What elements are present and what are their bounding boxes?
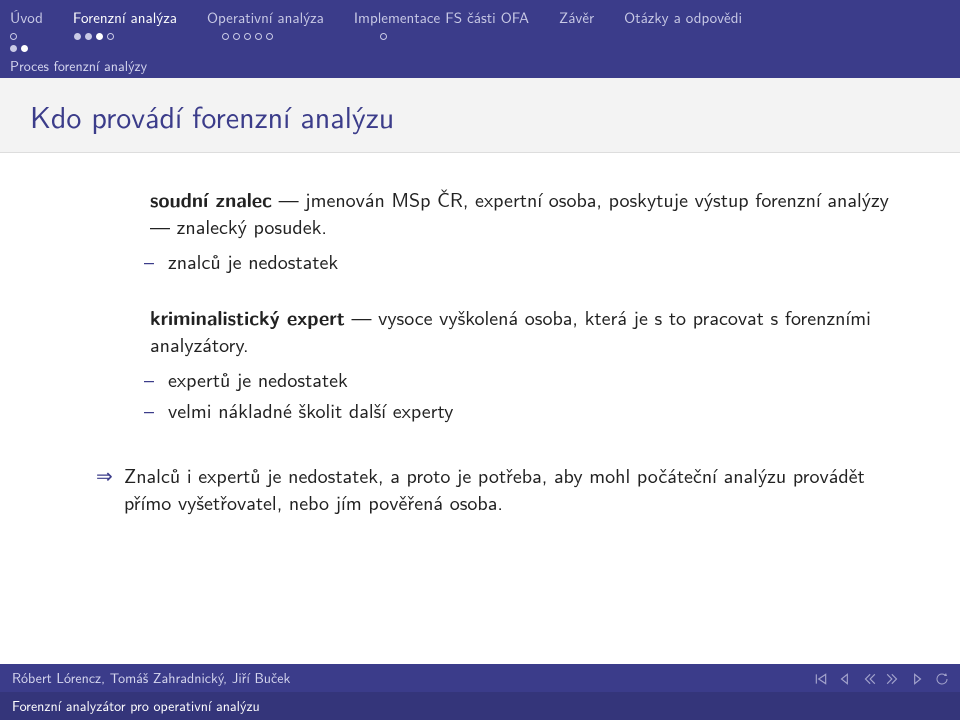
dot-icon: [21, 45, 28, 52]
subsection-dots: [10, 45, 950, 52]
slide-title: Kdo provádí forenzní analýzu: [30, 94, 930, 138]
dot-icon: [107, 33, 114, 40]
tab-otazky[interactable]: Otázky a odpovědi: [624, 6, 742, 28]
nav-back-icon[interactable]: [934, 672, 948, 686]
footer-title: Forenzní analyzátor pro operativní analý…: [0, 692, 960, 720]
tab-operativni[interactable]: Operativní analýza: [207, 6, 324, 28]
nav-next-sub-icon[interactable]: [886, 672, 900, 686]
dot-icon: [255, 33, 262, 40]
beamer-nav-controls: [814, 672, 948, 686]
dash-icon: –: [144, 248, 154, 275]
subsection-label: Proces forenzní analýzy: [10, 56, 950, 76]
tab-implementace[interactable]: Implementace FS části OFA: [354, 6, 529, 28]
tab-zaver[interactable]: Závěr: [559, 6, 594, 28]
sub-expert-2: – velmi nákladné školit další experty: [168, 397, 900, 424]
dash-icon: –: [144, 397, 154, 424]
tab-uvod[interactable]: Úvod: [10, 6, 43, 28]
section-tabs: Úvod Forenzní analýza Operativní analýza…: [10, 6, 950, 28]
title-band: Kdo provádí forenzní analýzu: [0, 78, 960, 153]
term-expert: kriminalistický expert: [150, 302, 345, 331]
dot-icon: [10, 45, 17, 52]
dot-icon: [96, 33, 103, 40]
sub-znalec-1: – znalců je nedostatek: [168, 248, 900, 275]
para-expert: kriminalistický expert — vysoce vyškolen…: [150, 303, 900, 358]
progress-implementace: [380, 31, 387, 41]
nav-next-icon[interactable]: [910, 672, 924, 686]
dot-icon: [233, 33, 240, 40]
progress-uvod: [10, 31, 44, 41]
dot-icon: [85, 33, 92, 40]
para-znalec: soudní znalec — jmenován MSp ČR, expertn…: [150, 185, 900, 240]
dash-icon: –: [144, 366, 154, 393]
implies-icon: ⇒: [96, 462, 113, 489]
subsection-bar: Proces forenzní analýzy: [0, 41, 960, 78]
dot-icon: [244, 33, 251, 40]
conclusion: ⇒ Znalců i expertů je nedostatek, a prot…: [124, 462, 900, 516]
dot-icon: [266, 33, 273, 40]
tab-forenzni[interactable]: Forenzní analýza: [73, 6, 177, 28]
dot-icon: [74, 33, 81, 40]
conclusion-text: Znalců i expertů je nedostatek, a proto …: [124, 461, 865, 517]
progress-operativni: [222, 31, 350, 41]
nav-prev-sub-icon[interactable]: [862, 672, 876, 686]
term-znalec: soudní znalec: [150, 184, 272, 213]
sub-expert-2-text: velmi nákladné školit další experty: [168, 396, 453, 425]
dot-icon: [380, 33, 387, 40]
sub-expert-1-text: expertů je nedostatek: [168, 365, 348, 394]
slide-body: soudní znalec — jmenován MSp ČR, expertn…: [0, 153, 960, 664]
progress-dots-row: [10, 31, 950, 41]
nav-first-icon[interactable]: [814, 672, 828, 686]
top-nav: Úvod Forenzní analýza Operativní analýza…: [0, 0, 960, 41]
progress-forenzni: [74, 31, 192, 41]
dot-icon: [222, 33, 229, 40]
dot-icon: [10, 33, 17, 40]
sub-znalec-1-text: znalců je nedostatek: [168, 247, 338, 276]
sub-expert-1: – expertů je nedostatek: [168, 366, 900, 393]
nav-prev-icon[interactable]: [838, 672, 852, 686]
